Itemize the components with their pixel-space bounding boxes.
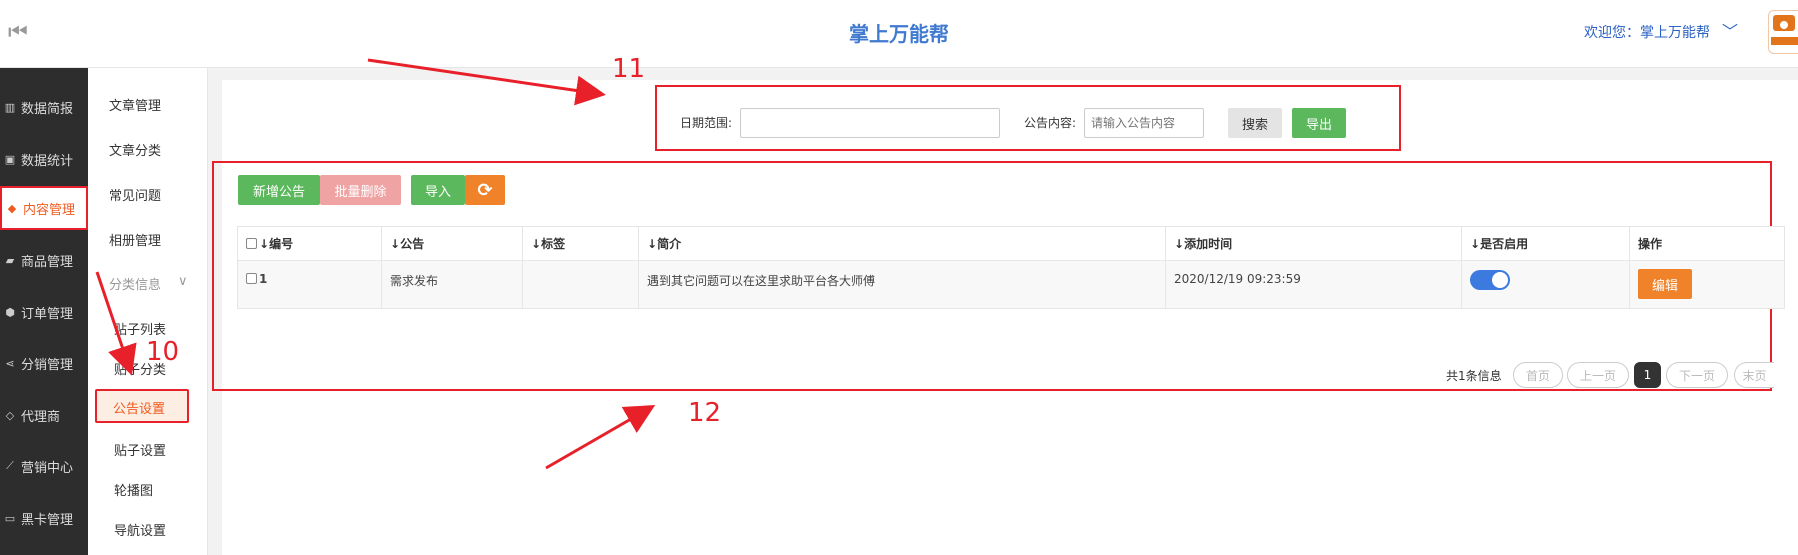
arrow-11	[367, 58, 606, 106]
annotation-10: 10	[146, 337, 180, 367]
arrow-10	[95, 271, 137, 376]
admin-page: ⏮ 掌上万能帮 欢迎您：掌上万能帮 ﹀ ▥ 数据简报 ▣ 数据统计 ◆ 内容管理 ▰ 商…	[0, 0, 1798, 555]
annotation-11: 11	[612, 54, 646, 84]
annotation-12: 12	[688, 398, 722, 428]
arrow-12	[545, 405, 656, 470]
annotation-arrows	[95, 58, 656, 470]
